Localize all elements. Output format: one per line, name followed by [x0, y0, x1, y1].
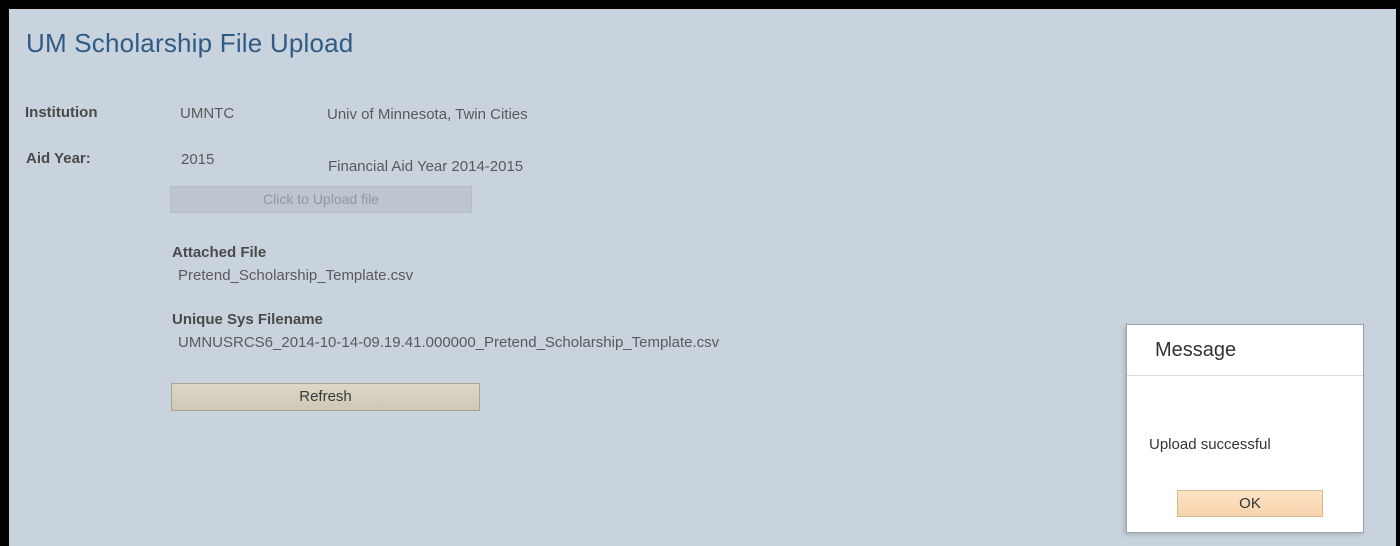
institution-label: Institution — [25, 104, 98, 121]
message-dialog-title: Message — [1155, 339, 1237, 361]
institution-description: Univ of Minnesota, Twin Cities — [327, 106, 528, 123]
message-dialog: Message Upload successful OK — [1126, 324, 1364, 533]
unique-sys-filename-label: Unique Sys Filename — [172, 311, 323, 328]
refresh-button[interactable]: Refresh — [171, 383, 480, 411]
ok-button[interactable]: OK — [1177, 490, 1323, 517]
message-dialog-divider — [1127, 375, 1363, 376]
upload-page: UM Scholarship File Upload Institution U… — [9, 9, 1396, 546]
aid-year-description: Financial Aid Year 2014-2015 — [328, 158, 524, 175]
aid-year-label: Aid Year: — [26, 150, 91, 167]
page-title: UM Scholarship File Upload — [26, 28, 354, 58]
aid-year-code: 2015 — [181, 151, 215, 168]
unique-sys-filename: UMNUSRCS6_2014-10-14-09.19.41.000000_Pre… — [178, 334, 720, 351]
upload-file-button[interactable]: Click to Upload file — [170, 186, 472, 213]
attached-file-name: Pretend_Scholarship_Template.csv — [178, 267, 414, 284]
message-dialog-text: Upload successful — [1149, 436, 1271, 453]
institution-code: UMNTC — [180, 105, 235, 122]
attached-file-label: Attached File — [172, 244, 267, 261]
